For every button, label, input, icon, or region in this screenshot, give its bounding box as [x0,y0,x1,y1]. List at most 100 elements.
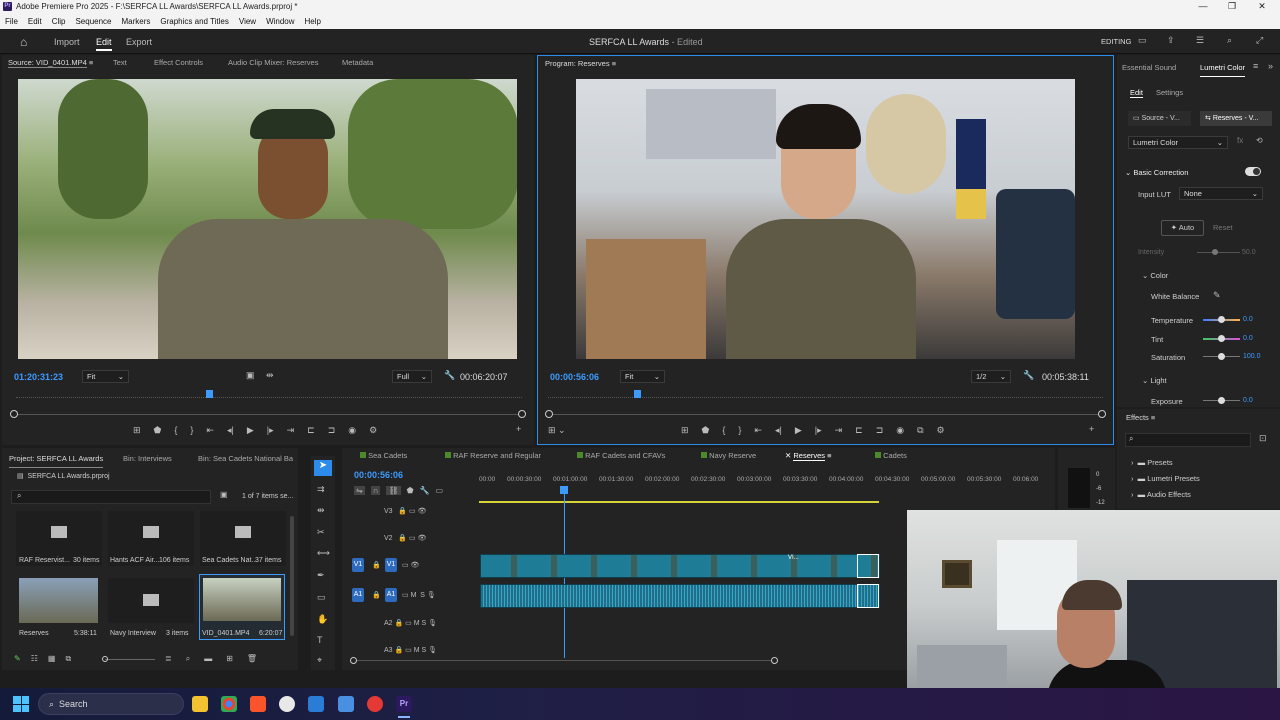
play-icon[interactable]: ▶ [247,425,254,436]
type-tool-icon[interactable]: T [317,635,323,645]
program-ruler[interactable] [548,393,1103,398]
menu-markers[interactable]: Markers [122,17,151,26]
program-zoom-bar[interactable] [548,414,1103,415]
sequence-tab-reserves[interactable]: ✕ Reserves ≡ [785,451,832,461]
menu-sequence[interactable]: Sequence [75,17,111,26]
color-section-header[interactable]: ⌄ Color [1142,271,1168,280]
timeline-settings-icon[interactable]: 🔧 [420,486,430,495]
drag-video-icon[interactable]: ⊞ [133,425,141,436]
workspaces-icon[interactable]: ▭ [1138,35,1147,46]
new-item-icon[interactable]: ⊞ [226,654,233,664]
program-marker-icon[interactable]: ⬟ [702,425,710,436]
project-item-name[interactable]: RAF Reservist... [19,557,70,564]
outlook-icon[interactable] [308,696,324,712]
eyedropper-icon[interactable]: ✎ [1213,290,1221,301]
sequence-tab-navy[interactable]: Navy Reserve [701,451,756,460]
panel-expand-icon[interactable]: » [1268,61,1273,71]
lift-icon[interactable]: ⊞ [681,425,689,436]
program-play-icon[interactable]: ▶ [795,425,802,436]
program-step-back-icon[interactable]: ◂| [775,425,782,436]
workspace-label[interactable]: EDITING [1101,37,1131,46]
nest-icon[interactable]: ⇋ [354,486,365,495]
bin-interviews-tab[interactable]: Bin: Interviews [123,454,172,468]
home-icon[interactable]: ⌂ [20,35,27,49]
pencil-icon[interactable]: ✎ [14,654,21,664]
program-step-fwd-icon[interactable]: |▸ [815,425,822,436]
sequence-tab-cadets[interactable]: Cadets [875,451,907,460]
tint-value[interactable]: 0.0 [1243,335,1253,342]
program-timecode[interactable]: 00:00:56:06 [550,372,599,382]
menu-view[interactable]: View [239,17,256,26]
fx-icon[interactable]: fx [1237,136,1243,145]
metadata-tab[interactable]: Metadata [342,58,373,72]
essential-sound-tab[interactable]: Essential Sound [1122,63,1176,77]
export-tab[interactable]: Export [126,37,152,47]
source-zoom-start[interactable] [10,410,18,418]
bin-sea-cadets-tab[interactable]: Bin: Sea Cadets National Ba [198,454,293,468]
track-a3[interactable]: A3 🔒 ▭ M S 🎙 [384,646,437,654]
effects-title[interactable]: Effects ≡ [1126,413,1155,422]
program-quality-select[interactable]: 1/2 ⌄ [971,370,1011,383]
edit-tab[interactable]: Edit [96,37,112,51]
program-settings2-icon[interactable]: ⚙ [937,425,945,436]
track-a1[interactable]: A1 [385,588,397,602]
app3-icon[interactable] [367,696,383,712]
a1-controls[interactable]: ▭ M S 🎙 [402,591,436,599]
program-tab[interactable]: Program: Reserves ≡ [545,59,616,73]
source-zoom-bar[interactable] [16,414,522,415]
project-item-name[interactable]: Hants ACF Air... [110,557,159,564]
sort-icon[interactable]: ≣ [165,654,172,664]
effects-item-lumetri-presets[interactable]: › ▬ Lumetri Presets [1131,474,1200,483]
new-bin-icon[interactable]: ⊡ [1259,433,1267,444]
v1-lock-icon[interactable]: 🔒 [372,561,381,569]
wrench-icon[interactable]: 🔧 [444,370,455,381]
start-icon[interactable] [13,696,29,712]
project-tab[interactable]: Project: SERFCA LL Awards [9,454,104,468]
temperature-knob[interactable] [1218,316,1225,323]
track-v2[interactable]: V2 🔒 ▭ 👁 [384,534,427,542]
track-v3[interactable]: V3 🔒 ▭ 👁 [384,507,427,515]
effects-item-presets[interactable]: › ▬ Presets [1131,458,1173,467]
find-icon[interactable]: ⌕ [186,654,190,664]
work-area-bar[interactable] [479,501,879,503]
intensity-slider[interactable] [1197,252,1240,253]
sequence-tab-raf-reserve[interactable]: RAF Reserve and Regular [445,451,541,460]
project-search-input[interactable]: ⌕ [11,490,211,504]
import-tab[interactable]: Import [54,37,80,47]
project-item-name[interactable]: Sea Cadets Nat... [202,557,257,564]
project-item-thumb[interactable] [108,578,194,623]
menu-file[interactable]: File [5,17,18,26]
basic-correction-toggle[interactable] [1245,167,1261,176]
program-mark-out-icon[interactable]: } [738,425,741,436]
source-playhead[interactable] [206,390,213,398]
safe-margins-icon[interactable]: ▣ [246,370,255,381]
timeline-scrollbar[interactable] [354,660,774,661]
source-clip-button[interactable]: ▭ Source - V... [1128,111,1191,126]
menu-clip[interactable]: Clip [52,17,66,26]
temperature-value[interactable]: 0.0 [1243,316,1253,323]
program-go-in-icon[interactable]: ⇤ [754,425,762,436]
input-lut-select[interactable]: None ⌄ [1179,187,1263,200]
timeline-scroll-start[interactable] [350,657,357,664]
source-fit-select[interactable]: Fit ⌄ [82,370,129,383]
program-zoom-end[interactable] [1098,410,1106,418]
mark-out-icon[interactable]: } [190,425,193,436]
insert-icon[interactable]: ⇹ [266,370,274,381]
insert-clip-icon[interactable]: ⊏ [307,425,315,436]
generative-extend-icon[interactable]: ⌖ [317,655,322,666]
selection-tool-icon[interactable]: ➤ [314,460,332,476]
overwrite-clip-icon[interactable]: ⊐ [328,425,336,436]
pen-icon[interactable]: ✒ [317,570,325,581]
reset-effect-icon[interactable]: ⟲ [1256,136,1263,145]
settings-icon[interactable]: ⚙ [369,425,377,436]
a1-clips[interactable] [480,584,880,608]
mark-in-icon[interactable]: { [174,425,177,436]
menu-graphics[interactable]: Graphics and Titles [160,17,228,26]
linked-selection-icon[interactable]: ⛓ [386,486,401,495]
project-scrollbar[interactable] [290,516,294,636]
program-extract-icon[interactable]: ⊐ [876,425,884,436]
step-forward-icon[interactable]: |▸ [267,425,274,436]
reset-button[interactable]: Reset [1213,220,1236,236]
app2-icon[interactable] [338,696,354,712]
go-to-out-icon[interactable]: ⇥ [287,425,295,436]
